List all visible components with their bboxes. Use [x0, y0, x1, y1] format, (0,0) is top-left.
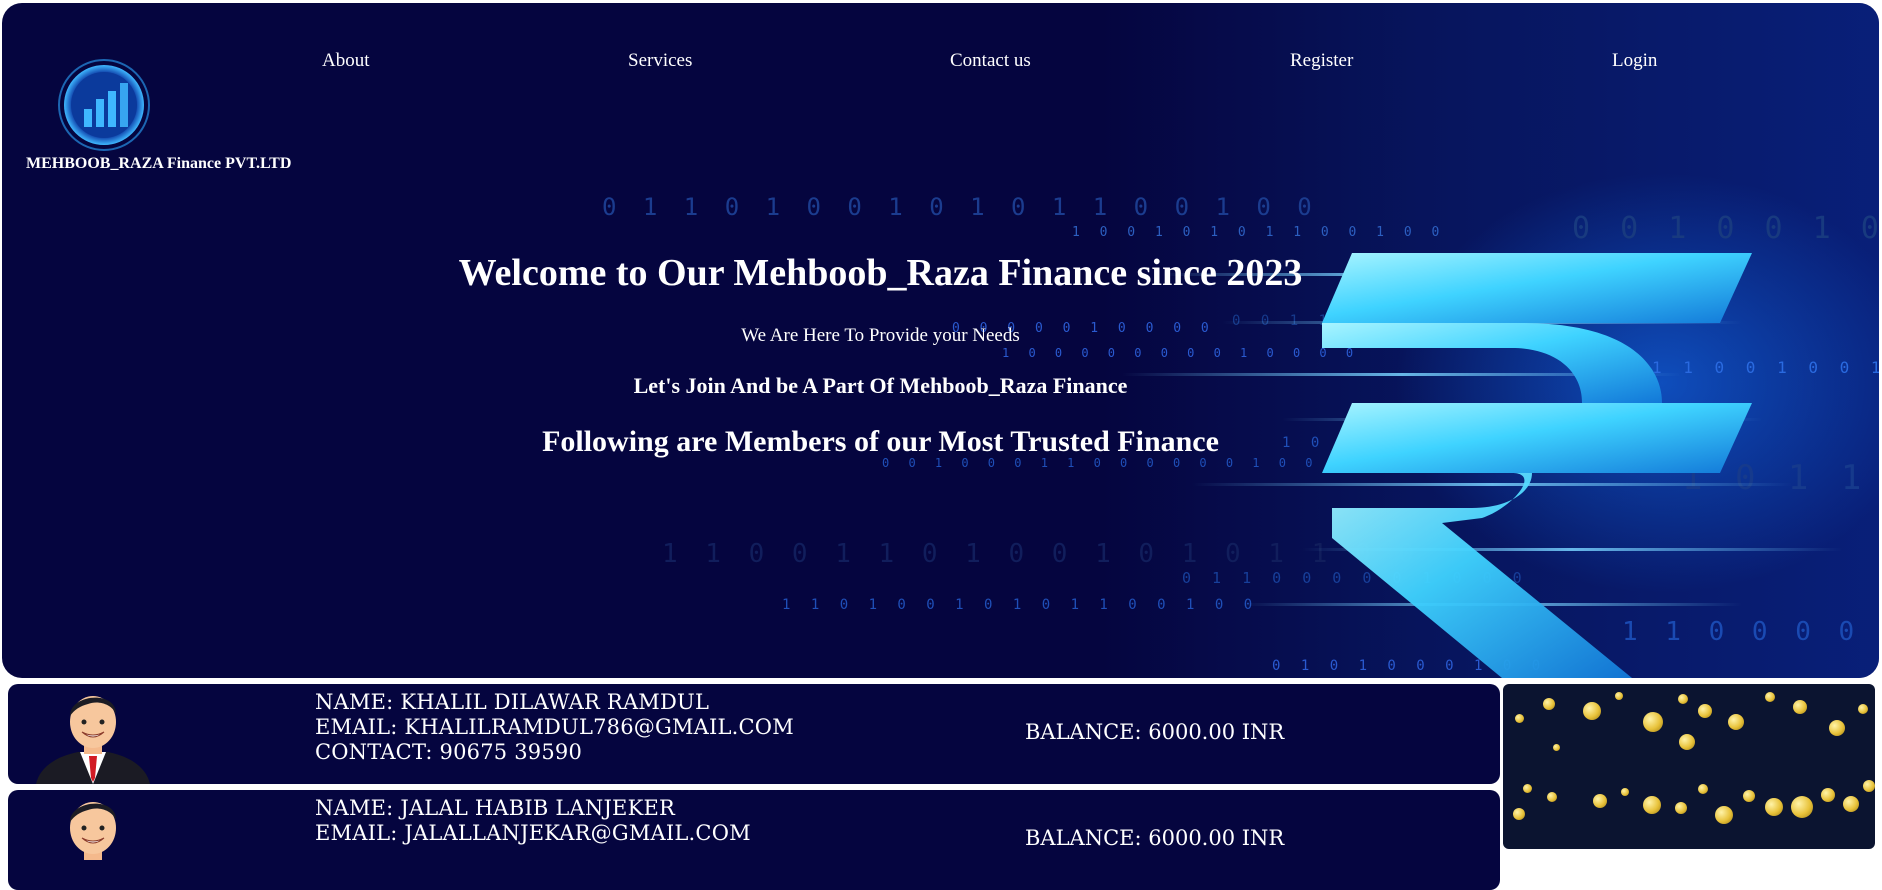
member-info: Name: Khalil Dilawar Ramdul Email: khali… — [315, 690, 794, 765]
member-email: Email: jalallanjekar@gmail.com — [315, 821, 751, 845]
nav-contact-us[interactable]: Contact us — [950, 50, 1031, 72]
nav-register[interactable]: Register — [1290, 50, 1353, 72]
member-name: Name: Jalal Habib Lanjeker — [315, 796, 676, 820]
bar-chart-logo-icon — [58, 59, 150, 151]
member-email: Email: khalilramdul786@gmail.com — [315, 715, 794, 739]
member-avatar-icon — [70, 802, 116, 860]
nav-about[interactable]: About — [322, 50, 370, 72]
member-avatar-icon — [36, 696, 150, 784]
hero-join-text: Let's Join And be A Part Of Mehboob_Raza… — [633, 373, 1128, 398]
member-card: Name: Khalil Dilawar Ramdul Email: khali… — [8, 684, 1500, 784]
member-balance: Balance: 6000.00 INR — [1025, 826, 1285, 850]
hero-banner: 0 1 1 0 1 0 0 1 0 1 0 1 1 0 0 1 0 0 1 0 … — [2, 3, 1879, 678]
binary-decoration: 0 1 1 0 1 0 0 1 0 1 0 1 1 0 0 1 0 0 — [602, 193, 1318, 221]
nav-login[interactable]: Login — [1612, 50, 1657, 72]
member-balance: Balance: 6000.00 INR — [1025, 720, 1285, 744]
hero-subtitle: We Are Here To Provide your Needs — [741, 325, 1020, 346]
gold-coins-image — [1503, 684, 1875, 849]
nav-services[interactable]: Services — [628, 50, 692, 72]
hero-title: Welcome to Our Mehboob_Raza Finance sinc… — [458, 252, 1303, 294]
member-info: Name: Jalal Habib Lanjeker Email: jalall… — [315, 796, 751, 846]
members-heading: Following are Members of our Most Truste… — [542, 425, 1219, 458]
member-name: Name: Khalil Dilawar Ramdul — [315, 690, 710, 714]
member-card: Name: Jalal Habib Lanjeker Email: jalall… — [8, 790, 1500, 890]
company-name: MEHBOOB_RAZA Finance PVT.LTD — [26, 155, 292, 172]
member-contact: Contact: 90675 39590 — [315, 740, 583, 764]
